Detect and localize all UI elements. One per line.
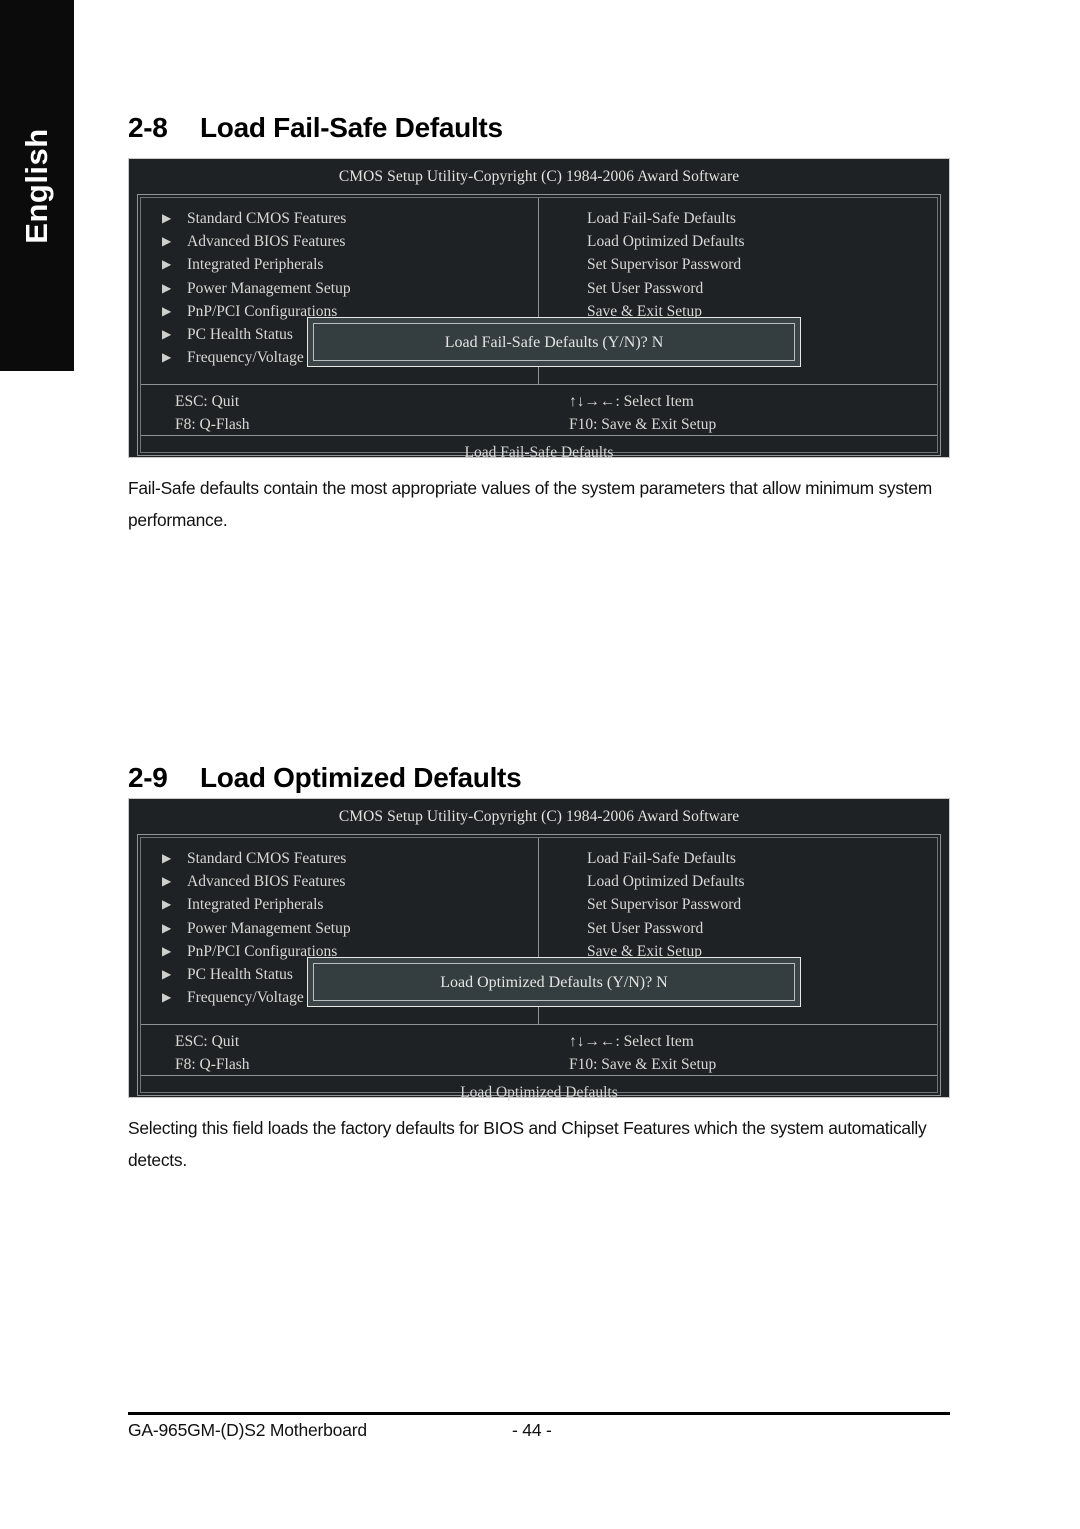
bios-menu-item[interactable]: ▶ Advanced BIOS Features (162, 230, 538, 253)
bios-status-bar: Load Optimized Defaults (460, 1084, 618, 1101)
triangle-right-icon: ▶ (162, 920, 172, 935)
bios-menu-item[interactable]: ▶ Integrated Peripherals (162, 893, 538, 916)
bios-menu-item-label-selected: Load Fail-Safe Defaults (587, 210, 736, 227)
page-footer: GA-965GM-(D)S2 Motherboard - 44 - (128, 1420, 950, 1450)
bios-menu-item-label: Advanced BIOS Features (187, 233, 346, 251)
section-title: Load Fail-Safe Defaults (200, 112, 503, 143)
bios-menu-item[interactable]: ▶ Power Management Setup (162, 917, 538, 940)
bios-menu-item-label: Advanced BIOS Features (187, 873, 346, 891)
triangle-right-icon: ▶ (162, 990, 172, 1005)
bios-menu-item[interactable]: ▶ Power Management Setup (162, 277, 538, 300)
bios-menu-item[interactable]: ▶ Advanced BIOS Features (162, 870, 538, 893)
bios-key-legend-left: ESC: Quit F8: Q-Flash (141, 390, 539, 435)
triangle-right-icon: ▶ (162, 234, 172, 249)
manual-page: English 2-8 Load Fail-Safe Defaults CMOS … (0, 0, 1080, 1529)
bios-menu-item-label: Integrated Peripherals (187, 256, 324, 274)
bios-menu-item[interactable]: Load Optimized Defaults (587, 870, 937, 893)
bios-key-hint: ↑↓→←: Select Item (569, 1033, 694, 1050)
footer-divider (128, 1412, 950, 1415)
triangle-right-icon: ▶ (162, 327, 172, 342)
bios-key-hint: ESC: Quit (175, 393, 240, 410)
bios-menu-item-label-selected: Load Optimized Defaults (587, 873, 745, 891)
confirm-dialog-prompt: Load Fail-Safe Defaults (Y/N)? N (313, 323, 795, 361)
language-tab: English (0, 0, 74, 371)
bios-menu-item[interactable]: Set Supervisor Password (587, 253, 937, 276)
triangle-right-icon: ▶ (162, 350, 172, 365)
bios-menu-item[interactable]: Load Fail-Safe Defaults (587, 207, 937, 230)
bios-key-hint: ESC: Quit (175, 1033, 240, 1050)
triangle-right-icon: ▶ (162, 257, 172, 272)
bios-menu-item-label: Integrated Peripherals (187, 896, 324, 914)
bios-menu-item[interactable]: ▶ Standard CMOS Features (162, 207, 538, 230)
bios-menu-item-label: Standard CMOS Features (187, 210, 347, 227)
footer-product-name: GA-965GM-(D)S2 Motherboard (128, 1420, 367, 1440)
section-heading-2-8: 2-8 Load Fail-Safe Defaults (128, 112, 958, 144)
bios-menu-item-label: Set User Password (587, 279, 704, 297)
bios-key-legend-right: ↑↓→←: Select Item F10: Save & Exit Setup (539, 1030, 937, 1075)
section-number: 2-8 (128, 112, 168, 143)
section-paragraph-2-8: Fail-Safe defaults contain the most appr… (128, 478, 933, 530)
bios-menu-item-label: PC Health Status (187, 326, 293, 344)
bios-menu-item-label: Set Supervisor Password (587, 256, 742, 274)
confirm-dialog-optimized[interactable]: Load Optimized Defaults (Y/N)? N (307, 957, 801, 1007)
section-paragraph-2-9: Selecting this field loads the factory d… (128, 1118, 927, 1170)
bios-menu-item[interactable]: Set Supervisor Password (587, 893, 937, 916)
triangle-right-icon: ▶ (162, 280, 172, 295)
bios-screenshot-fail-safe: CMOS Setup Utility-Copyright (C) 1984-20… (128, 158, 950, 461)
bios-menu-item-label: Load Optimized Defaults (587, 233, 745, 251)
bios-menu-item[interactable]: ▶ Standard CMOS Features (162, 847, 538, 870)
bios-key-legend-right: ↑↓→←: Select Item F10: Save & Exit Setup (539, 390, 937, 435)
bios-status-bar: Load Fail-Safe Defaults (464, 444, 614, 461)
bios-menu-item-label: Set Supervisor Password (587, 896, 742, 914)
triangle-right-icon: ▶ (162, 303, 172, 318)
bios-menu-item-label: Load Fail-Safe Defaults (587, 850, 736, 867)
confirm-dialog-prompt: Load Optimized Defaults (Y/N)? N (313, 963, 795, 1001)
bios-menu-item[interactable]: ▶ Integrated Peripherals (162, 253, 538, 276)
bios-title-bar: CMOS Setup Utility-Copyright (C) 1984-20… (338, 168, 740, 185)
confirm-dialog-fail-safe[interactable]: Load Fail-Safe Defaults (Y/N)? N (307, 317, 801, 367)
bios-key-legend-left: ESC: Quit F8: Q-Flash (141, 1030, 539, 1075)
bios-frame-outer: ▶ Standard CMOS Features ▶ Advanced BIOS F… (137, 834, 941, 1101)
bios-menu-item[interactable]: Set User Password (587, 277, 937, 300)
bios-key-hint: F10: Save & Exit Setup (569, 1056, 717, 1073)
bios-menu-item-label: PC Health Status (187, 966, 293, 984)
bios-screenshot-optimized: CMOS Setup Utility-Copyright (C) 1984-20… (128, 798, 950, 1101)
bios-menu-item[interactable]: Set User Password (587, 917, 937, 940)
bios-key-hint: ↑↓→←: Select Item (569, 393, 694, 410)
triangle-right-icon: ▶ (162, 897, 172, 912)
triangle-right-icon: ▶ (162, 211, 172, 225)
triangle-right-icon: ▶ (162, 943, 172, 958)
triangle-right-icon: ▶ (162, 967, 172, 982)
section-heading-2-9: 2-9 Load Optimized Defaults (128, 762, 958, 794)
bios-menu-item-label: Power Management Setup (187, 919, 351, 937)
bios-menu-item[interactable]: Load Optimized Defaults (587, 230, 937, 253)
bios-key-legend: ESC: Quit F8: Q-Flash ↑↓→←: Select Item … (141, 384, 937, 436)
section-title: Load Optimized Defaults (200, 762, 522, 793)
section-number: 2-9 (128, 762, 168, 793)
language-tab-label: English (19, 127, 54, 244)
footer-page-number: - 44 - (512, 1420, 552, 1440)
triangle-right-icon: ▶ (162, 874, 172, 889)
bios-key-hint: F8: Q-Flash (175, 1056, 250, 1073)
bios-key-hint: F10: Save & Exit Setup (569, 416, 717, 433)
bios-menu-item-label: Power Management Setup (187, 279, 351, 297)
bios-menu-item-label: Set User Password (587, 919, 704, 937)
bios-key-legend: ESC: Quit F8: Q-Flash ↑↓→←: Select Item … (141, 1024, 937, 1076)
bios-frame-outer: ▶ Standard CMOS Features ▶ Advanced BIOS F… (137, 194, 941, 461)
bios-title-bar: CMOS Setup Utility-Copyright (C) 1984-20… (338, 808, 740, 825)
bios-menu-item[interactable]: Load Fail-Safe Defaults (587, 847, 937, 870)
bios-menu-item-label: Standard CMOS Features (187, 850, 347, 867)
triangle-right-icon: ▶ (162, 851, 172, 865)
bios-key-hint: F8: Q-Flash (175, 416, 250, 433)
